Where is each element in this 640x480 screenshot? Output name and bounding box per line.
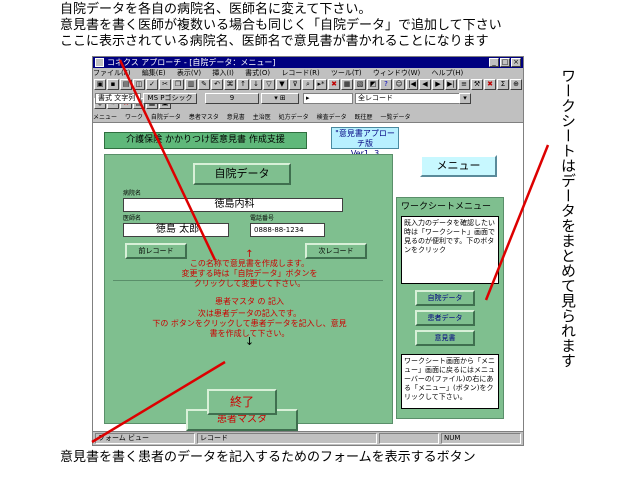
arrow-to-worksheet-buttons — [484, 144, 550, 301]
arrow-to-hospital-field — [118, 59, 217, 261]
annotation-arrows — [91, 59, 550, 444]
arrow-to-patient-button — [91, 360, 226, 444]
